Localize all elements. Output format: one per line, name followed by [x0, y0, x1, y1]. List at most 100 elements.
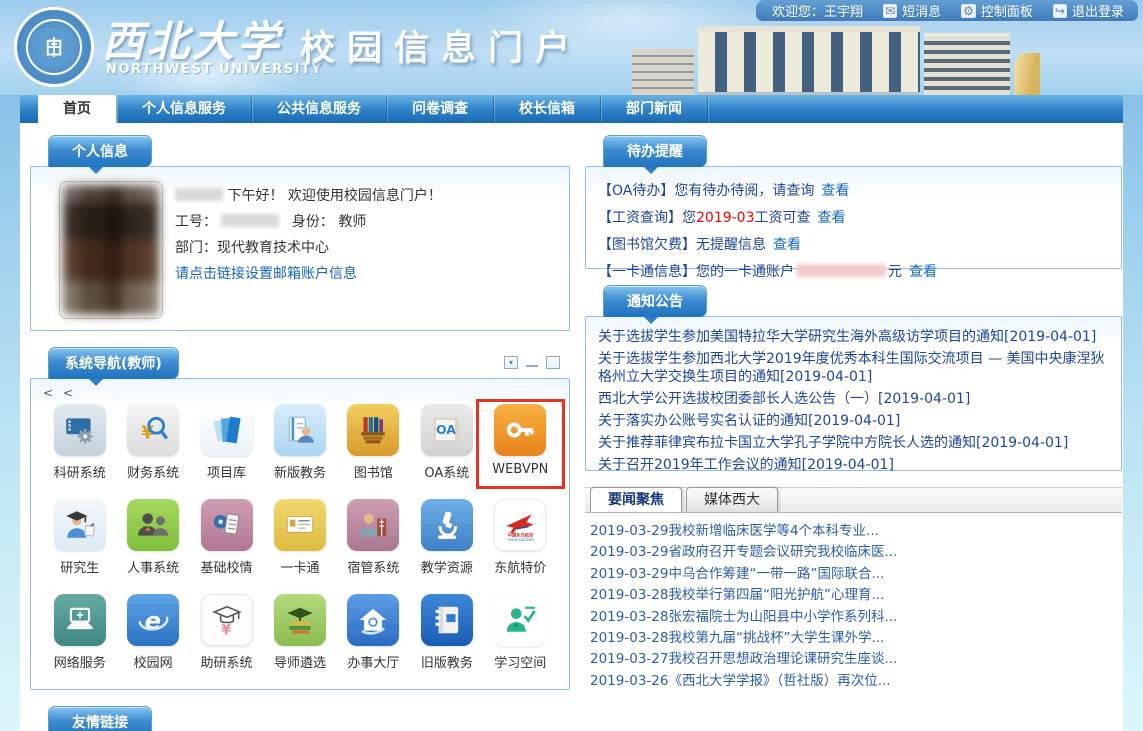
app-old-academic[interactable]: 旧版教务 [410, 594, 483, 671]
panel-system-nav: 系统导航(教师) ▾ < < 科研系统 [30, 347, 570, 690]
system-nav-title: 系统导航(教师) [65, 356, 162, 372]
oa-folder-icon: OA [421, 404, 473, 456]
university-name-en: NORTHWEST UNIVERSITY [106, 62, 323, 77]
app-label: 项目库 [207, 462, 246, 481]
app-library[interactable]: 图书馆 [337, 404, 410, 481]
app-dorm-system[interactable]: 宿管系统 [337, 499, 410, 576]
nav-tab-president-mailbox[interactable]: 校长信箱 [494, 95, 601, 123]
todo-text: 元 [888, 264, 902, 280]
app-campus-card[interactable]: 一卡通 [263, 499, 336, 576]
app-project-library[interactable]: 项目库 [190, 404, 263, 481]
notice-item[interactable]: 关于推荐菲律宾布拉卡国立大学孔子学院中方院长人选的通知[2019-04-01] [598, 435, 1107, 453]
redacted-user-name [175, 188, 223, 201]
panel-maximize-icon[interactable] [546, 356, 560, 369]
china-eastern-plane-icon: 中国东方航空CHINA EASTERN [494, 499, 546, 551]
left-column: 个人信息 下午好！ 欢迎使用校园信息门户！ 工号： 身份： 教师 [30, 135, 570, 731]
building-left-wing [632, 49, 694, 95]
svg-text:¥: ¥ [221, 620, 232, 637]
app-label: 新版教务 [274, 462, 326, 481]
personal-info-title: 个人信息 [72, 144, 128, 160]
nav-tab-home[interactable]: 首页 [38, 95, 117, 123]
student-check-icon [494, 594, 546, 646]
app-basic-info[interactable]: 基础校情 [190, 499, 263, 576]
news-item[interactable]: 2019-03-28我校举行第四届“阳光护航”心理育... [590, 585, 1122, 606]
control-panel-link[interactable]: ⚙ 控制面板 [961, 1, 1033, 20]
notice-item[interactable]: 关于选拔学生参加美国特拉华大学研究生海外高级访学项目的通知[2019-04-01… [598, 329, 1107, 347]
news-item[interactable]: 2019-03-29我校新增临床医学等4个本科专业... [590, 521, 1122, 542]
app-label: 研究生 [60, 557, 99, 576]
app-campus-network[interactable]: e 校园网 [116, 594, 189, 671]
app-label: 旧版教务 [421, 652, 473, 671]
panel-minimize-icon[interactable] [525, 356, 539, 369]
notices-body: 关于选拔学生参加美国特拉华大学研究生海外高级访学项目的通知[2019-04-01… [585, 316, 1122, 471]
nav-tab-survey[interactable]: 问卷调查 [387, 95, 494, 123]
notice-item[interactable]: 关于选拔学生参加西北大学2019年度优秀本科生国际交流项目 — 美国中央康涅狄格… [598, 351, 1107, 386]
news-item[interactable]: 2019-03-29中乌合作筹建“一带一路”国际联合... [590, 564, 1122, 585]
app-research-system[interactable]: 科研系统 [43, 404, 116, 481]
logout-link[interactable]: ↪ 退出登录 [1053, 1, 1124, 20]
notice-list: 关于选拔学生参加美国特拉华大学研究生海外高级访学项目的通知[2019-04-01… [598, 329, 1107, 474]
app-hr-system[interactable]: 人事系统 [116, 499, 189, 576]
app-research-assistant[interactable]: ¥ 助研系统 [190, 594, 263, 671]
notice-item[interactable]: 关于召开2019年工作会议的通知[2019-04-01] [598, 457, 1107, 475]
nav-tab-public-services[interactable]: 公共信息服务 [252, 95, 387, 123]
news-item[interactable]: 2019-03-27我校召开思想政治理论课研究生座谈... [590, 649, 1122, 670]
news-list: 2019-03-29我校新增临床医学等4个本科专业... 2019-03-29省… [585, 513, 1122, 692]
app-webvpn[interactable]: WEBVPN [484, 404, 557, 481]
identity-text: 身份： 教师 [292, 214, 366, 230]
messages-link[interactable]: ✉ 短消息 [883, 1, 941, 20]
notice-item[interactable]: 关于落实办公账号实名认证的通知[2019-04-01] [598, 413, 1107, 431]
app-graduate-school[interactable]: 研究生 [43, 499, 116, 576]
logout-label: 退出登录 [1072, 1, 1124, 20]
employee-line: 工号： 身份： 教师 [175, 209, 442, 235]
news-item[interactable]: 2019-03-28我校第九届“挑战杯”大学生课外学... [590, 628, 1122, 649]
personal-info-panel-tab: 个人信息 [48, 135, 152, 167]
building-right-wing [924, 33, 1010, 95]
friend-links-panel-tab: 友情链接 [48, 706, 152, 731]
notice-item[interactable]: 西北大学公开选拔校团委部长人选公告（一）[2019-04-01] [598, 391, 1107, 409]
panel-notices: 通知公告 关于选拔学生参加美国特拉华大学研究生海外高级访学项目的通知[2019-… [585, 285, 1122, 471]
panel-tab-pointer [89, 167, 103, 174]
app-oa-system[interactable]: OA OA系统 [410, 404, 483, 481]
redacted-employee-no [221, 214, 279, 227]
view-link[interactable]: 查看 [909, 264, 937, 280]
app-service-hall[interactable]: 办事大厅 [337, 594, 410, 671]
svg-text:CHINA EASTERN: CHINA EASTERN [508, 538, 534, 542]
view-link[interactable]: 查看 [773, 237, 801, 253]
view-link[interactable]: 查看 [821, 183, 849, 199]
app-network-services[interactable]: 网络服务 [43, 594, 116, 671]
news-tab-media[interactable]: 媒体西大 [686, 487, 778, 512]
graduate-cap-person-icon [54, 499, 106, 551]
app-china-eastern[interactable]: 中国东方航空CHINA EASTERN 东航特价 [484, 499, 557, 576]
app-learning-space[interactable]: 学习空间 [484, 594, 557, 671]
laptop-icon [54, 594, 106, 646]
apps-pager[interactable]: < < [39, 383, 561, 404]
main-nav: 首页 个人信息服务 公共信息服务 问卷调查 校长信箱 部门新闻 [20, 95, 1123, 123]
app-mentor-selection[interactable]: 导师遴选 [263, 594, 336, 671]
news-item[interactable]: 2019-03-26《西北大学学报》（哲社版）再次位... [590, 671, 1122, 692]
mailbox-settings-link[interactable]: 请点击链接设置邮箱账户信息 [175, 266, 357, 282]
apps-grid: 科研系统 ¥ 财务系统 项目库 [39, 404, 561, 671]
control-panel-label: 控制面板 [981, 1, 1033, 20]
nav-tab-personal-services[interactable]: 个人信息服务 [117, 95, 252, 123]
app-new-academic[interactable]: 新版教务 [263, 404, 336, 481]
system-nav-body: < < 科研系统 ¥ 财务系统 [30, 378, 570, 690]
news-item[interactable]: 2019-03-28张宏福院士为山阳县中小学作系列科... [590, 607, 1122, 628]
bookshelf-icon [347, 404, 399, 456]
panel-tab-pointer [89, 379, 103, 386]
view-link[interactable]: 查看 [818, 210, 846, 226]
app-label: 助研系统 [201, 652, 253, 671]
news-item[interactable]: 2019-03-29省政府召开专题会议研究我校临床医... [590, 542, 1122, 563]
app-label: 宿管系统 [347, 557, 399, 576]
news-tab-bar: 要闻聚焦 媒体西大 [585, 487, 1122, 513]
news-tab-headlines[interactable]: 要闻聚焦 [590, 487, 682, 512]
nav-tab-department-news[interactable]: 部门新闻 [601, 95, 708, 123]
notices-title: 通知公告 [627, 294, 683, 310]
app-finance-system[interactable]: ¥ 财务系统 [116, 404, 189, 481]
panel-dropdown-icon[interactable]: ▾ [504, 356, 518, 369]
app-label: 教学资源 [421, 557, 473, 576]
app-teaching-resources[interactable]: 教学资源 [410, 499, 483, 576]
microscope-icon [421, 499, 473, 551]
app-label: 科研系统 [54, 462, 106, 481]
gear-icon: ⚙ [961, 4, 976, 18]
